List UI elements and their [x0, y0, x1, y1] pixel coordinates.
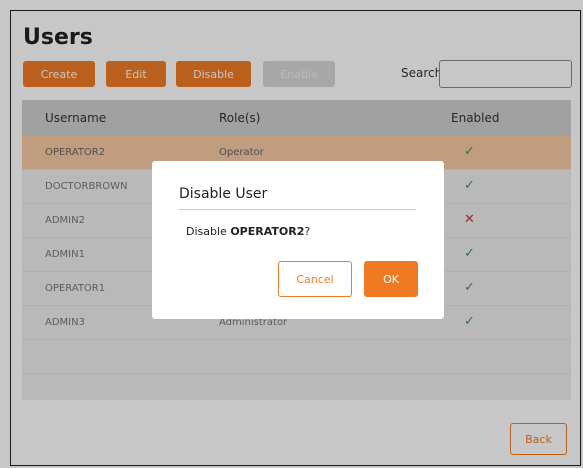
disable-user-dialog: Disable User Disable OPERATOR2? Cancel O…	[152, 161, 444, 319]
ok-button[interactable]: OK	[364, 261, 418, 297]
dialog-message-username: OPERATOR2	[230, 225, 305, 238]
dialog-divider	[178, 209, 416, 210]
dialog-title: Disable User	[179, 186, 268, 202]
dialog-message: Disable OPERATOR2?	[186, 225, 310, 238]
cancel-button[interactable]: Cancel	[278, 261, 352, 297]
dialog-message-prefix: Disable	[186, 225, 231, 238]
dialog-message-suffix: ?	[304, 225, 311, 238]
